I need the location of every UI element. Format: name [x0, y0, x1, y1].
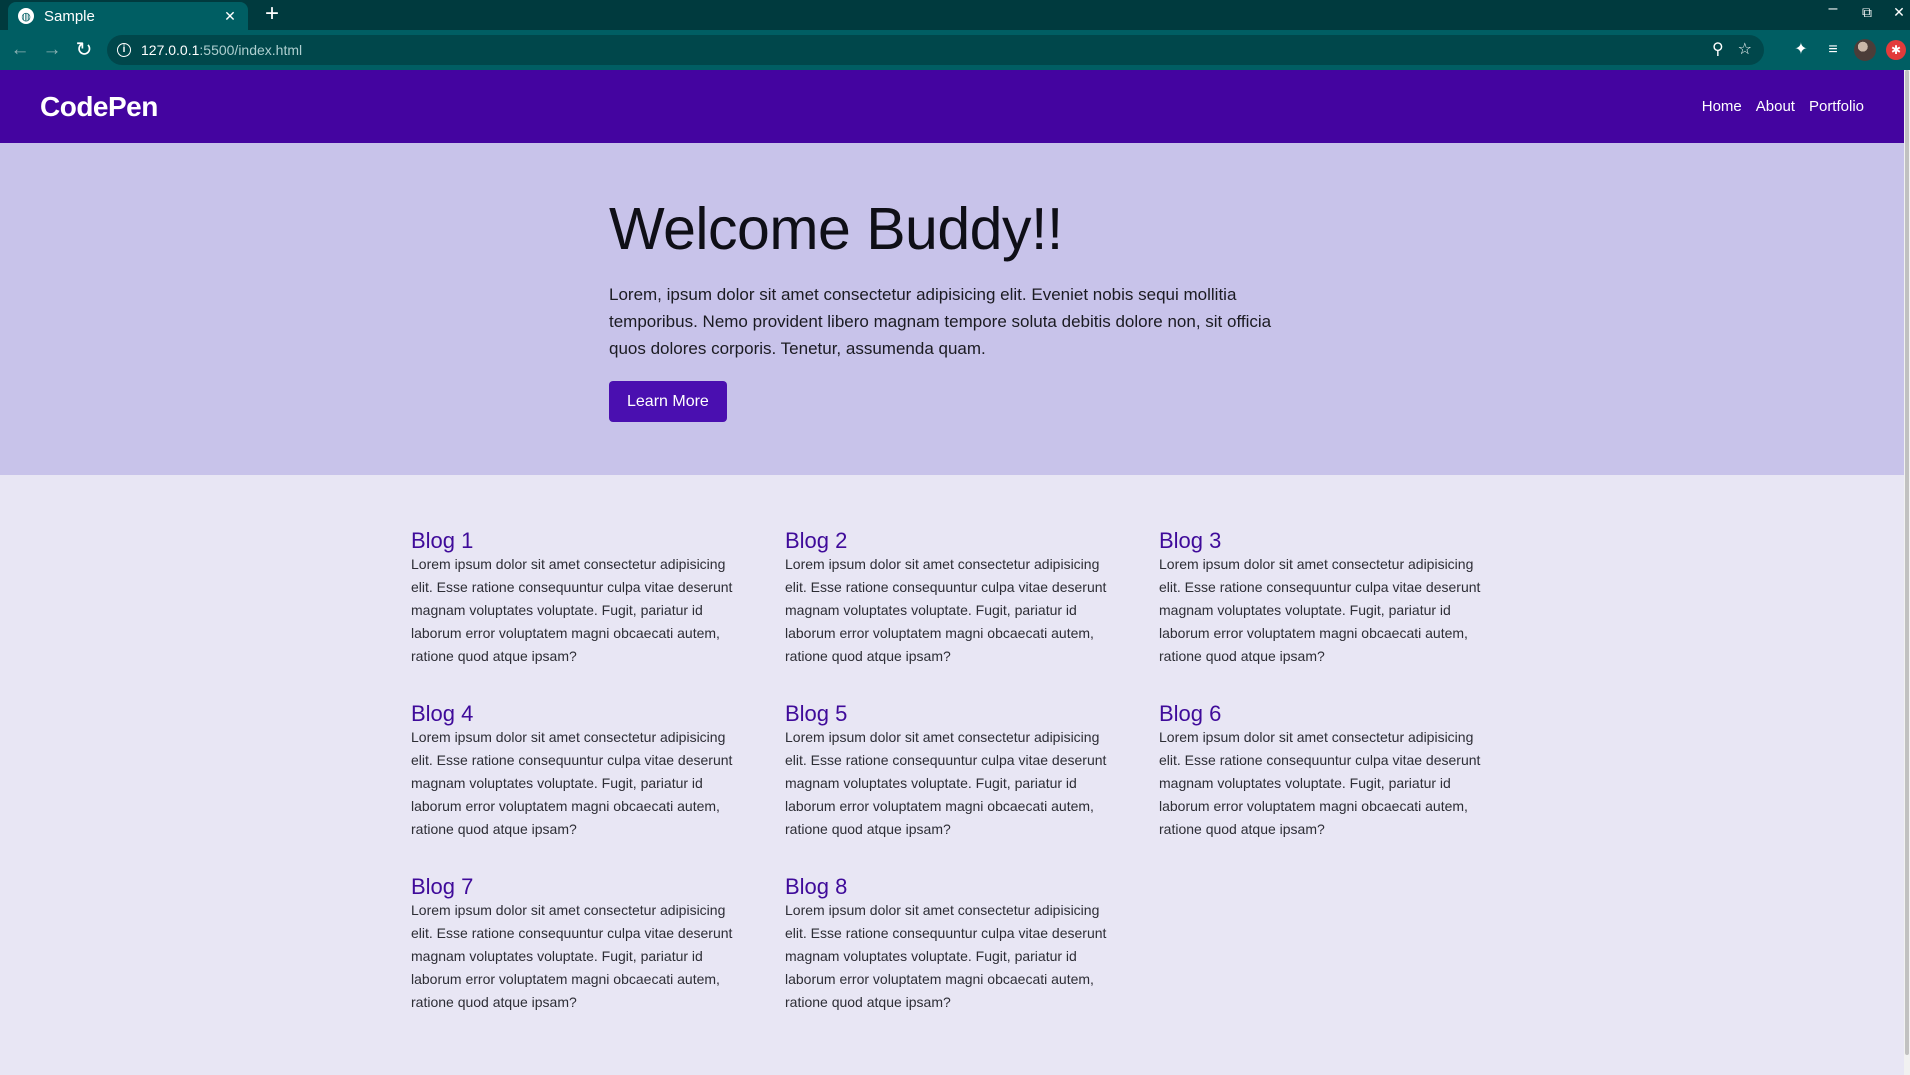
new-tab-button[interactable]: +: [259, 1, 285, 27]
url-path: :5500/index.html: [199, 42, 303, 58]
blog-card-3: Blog 3 Lorem ipsum dolor sit amet consec…: [1159, 527, 1499, 668]
media-icon[interactable]: ≡: [1822, 39, 1844, 61]
url-text[interactable]: 127.0.0.1:5500/index.html: [141, 42, 302, 58]
blog-title: Blog 7: [411, 873, 751, 900]
blog-text: Lorem ipsum dolor sit amet consectetur a…: [1159, 729, 1481, 837]
star-icon[interactable]: ☆: [1738, 39, 1752, 59]
blog-title-link[interactable]: Blog 7: [411, 874, 473, 899]
close-tab-icon[interactable]: ✕: [222, 8, 238, 25]
nav-link-portfolio[interactable]: Portfolio: [1809, 98, 1864, 115]
hero-title: Welcome Buddy!!: [609, 196, 1063, 262]
extensions-icon[interactable]: ✦: [1790, 39, 1812, 61]
blog-card-6: Blog 6 Lorem ipsum dolor sit amet consec…: [1159, 700, 1499, 841]
blog-card-1: Blog 1 Lorem ipsum dolor sit amet consec…: [411, 527, 751, 668]
restore-button[interactable]: ⧉: [1856, 4, 1878, 21]
blog-title-link[interactable]: Blog 6: [1159, 701, 1221, 726]
browser-toolbar: ← → ↻ i 127.0.0.1:5500/index.html ⚲ ☆ ✦ …: [0, 30, 1910, 70]
blog-title-link[interactable]: Blog 8: [785, 874, 847, 899]
blog-title: Blog 1: [411, 527, 751, 554]
nav-link-about[interactable]: About: [1756, 98, 1795, 115]
browser-tab-bar: ◍ Sample ✕ + – ⧉ ✕: [0, 0, 1910, 30]
page-scrollbar[interactable]: [1904, 70, 1910, 1075]
blog-title-link[interactable]: Blog 3: [1159, 528, 1221, 553]
blog-text: Lorem ipsum dolor sit amet consectetur a…: [785, 556, 1107, 664]
page-viewport: CodePen Home About Portfolio Welcome Bud…: [0, 70, 1904, 1075]
blog-card-8: Blog 8 Lorem ipsum dolor sit amet consec…: [785, 873, 1125, 1014]
address-bar-actions: ⚲ ☆: [1712, 39, 1752, 59]
blog-card-5: Blog 5 Lorem ipsum dolor sit amet consec…: [785, 700, 1125, 841]
zoom-icon[interactable]: ⚲: [1712, 39, 1724, 59]
brand-logo[interactable]: CodePen: [40, 91, 158, 123]
site-navbar: CodePen Home About Portfolio: [0, 70, 1904, 143]
blog-title: Blog 4: [411, 700, 751, 727]
window-close-button[interactable]: ✕: [1888, 4, 1910, 21]
blog-title: Blog 2: [785, 527, 1125, 554]
blog-title: Blog 5: [785, 700, 1125, 727]
blog-title-link[interactable]: Blog 4: [411, 701, 473, 726]
url-host: 127.0.0.1: [141, 42, 200, 58]
blog-text: Lorem ipsum dolor sit amet consectetur a…: [411, 902, 733, 1010]
blog-title-link[interactable]: Blog 2: [785, 528, 847, 553]
globe-icon: ◍: [18, 8, 34, 24]
forward-arrow-icon[interactable]: →: [39, 37, 65, 63]
hero-content: Welcome Buddy!! Lorem, ipsum dolor sit a…: [609, 195, 1299, 422]
blog-title: Blog 8: [785, 873, 1125, 900]
hero-text: Lorem, ipsum dolor sit amet consectetur …: [609, 285, 1272, 358]
browser-tab[interactable]: ◍ Sample ✕: [8, 2, 248, 30]
blog-text: Lorem ipsum dolor sit amet consectetur a…: [785, 902, 1107, 1010]
blog-card-2: Blog 2 Lorem ipsum dolor sit amet consec…: [785, 527, 1125, 668]
hero-section: Welcome Buddy!! Lorem, ipsum dolor sit a…: [0, 143, 1904, 475]
blog-text: Lorem ipsum dolor sit amet consectetur a…: [411, 556, 733, 664]
minimize-button[interactable]: –: [1822, 0, 1844, 18]
back-arrow-icon[interactable]: ←: [7, 37, 33, 63]
blog-text: Lorem ipsum dolor sit amet consectetur a…: [411, 729, 733, 837]
nav-link-home[interactable]: Home: [1702, 98, 1742, 115]
blog-title: Blog 6: [1159, 700, 1499, 727]
blog-grid: Blog 1 Lorem ipsum dolor sit amet consec…: [411, 527, 1511, 1014]
blog-title: Blog 3: [1159, 527, 1499, 554]
blog-text: Lorem ipsum dolor sit amet consectetur a…: [1159, 556, 1481, 664]
info-icon[interactable]: i: [117, 43, 131, 57]
tab-title: Sample: [44, 7, 95, 25]
address-bar[interactable]: i 127.0.0.1:5500/index.html ⚲ ☆: [107, 35, 1764, 65]
reload-icon[interactable]: ↻: [71, 37, 97, 63]
blog-title-link[interactable]: Blog 1: [411, 528, 473, 553]
blog-text: Lorem ipsum dolor sit amet consectetur a…: [785, 729, 1107, 837]
nav-links: Home About Portfolio: [1702, 98, 1864, 115]
learn-more-button[interactable]: Learn More: [609, 381, 727, 422]
profile-avatar[interactable]: [1854, 39, 1876, 61]
blog-card-4: Blog 4 Lorem ipsum dolor sit amet consec…: [411, 700, 751, 841]
update-icon[interactable]: ✱: [1886, 40, 1906, 60]
blog-card-7: Blog 7 Lorem ipsum dolor sit amet consec…: [411, 873, 751, 1014]
blog-title-link[interactable]: Blog 5: [785, 701, 847, 726]
scrollbar-thumb[interactable]: [1905, 70, 1909, 1055]
